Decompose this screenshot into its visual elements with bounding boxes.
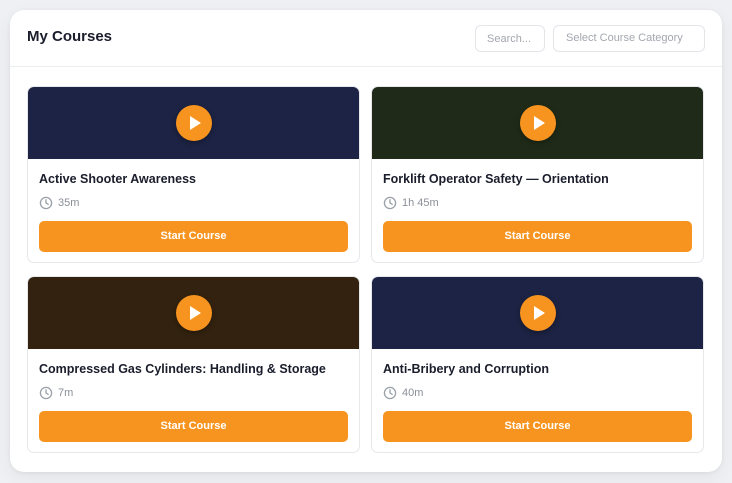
course-thumbnail: [372, 87, 703, 159]
course-card: Anti-Bribery and Corruption 40m Start Co…: [371, 276, 704, 453]
courses-panel: My Courses Select Course Category Active…: [10, 10, 722, 472]
clock-icon: [39, 196, 53, 210]
duration-text: 1h 45m: [402, 197, 439, 209]
play-button[interactable]: [175, 295, 212, 331]
course-card: Compressed Gas Cylinders: Handling & Sto…: [27, 276, 360, 453]
clock-icon: [383, 196, 397, 210]
start-course-button[interactable]: Start Course: [383, 411, 692, 442]
play-icon: [189, 116, 201, 130]
course-title: Active Shooter Awareness: [39, 172, 197, 186]
start-course-button[interactable]: Start Course: [39, 411, 348, 442]
course-card: Active Shooter Awareness 35m Start Cours…: [27, 86, 360, 263]
search-input[interactable]: [475, 25, 545, 52]
play-icon: [533, 306, 545, 320]
play-icon: [533, 116, 545, 130]
play-button[interactable]: [519, 105, 556, 141]
play-button[interactable]: [175, 105, 212, 141]
course-thumbnail: [372, 277, 703, 349]
start-course-button[interactable]: Start Course: [383, 221, 692, 252]
page-title: My Courses: [27, 28, 113, 45]
duration-text: 35m: [58, 197, 80, 209]
start-course-button[interactable]: Start Course: [39, 221, 348, 252]
course-card: Forklift Operator Safety — Orientation 1…: [371, 86, 704, 263]
clock-icon: [383, 386, 397, 400]
duration-text: 7m: [58, 387, 74, 399]
course-title: Forklift Operator Safety — Orientation: [383, 172, 609, 186]
course-thumbnail: [28, 87, 359, 159]
course-title: Compressed Gas Cylinders: Handling & Sto…: [39, 362, 326, 376]
play-button[interactable]: [519, 295, 556, 331]
panel-header: My Courses Select Course Category: [10, 10, 722, 67]
course-thumbnail: [28, 277, 359, 349]
play-icon: [189, 306, 201, 320]
duration-text: 40m: [402, 387, 424, 399]
course-category-select[interactable]: Select Course Category: [553, 25, 705, 52]
course-title: Anti-Bribery and Corruption: [383, 362, 549, 376]
clock-icon: [39, 386, 53, 400]
